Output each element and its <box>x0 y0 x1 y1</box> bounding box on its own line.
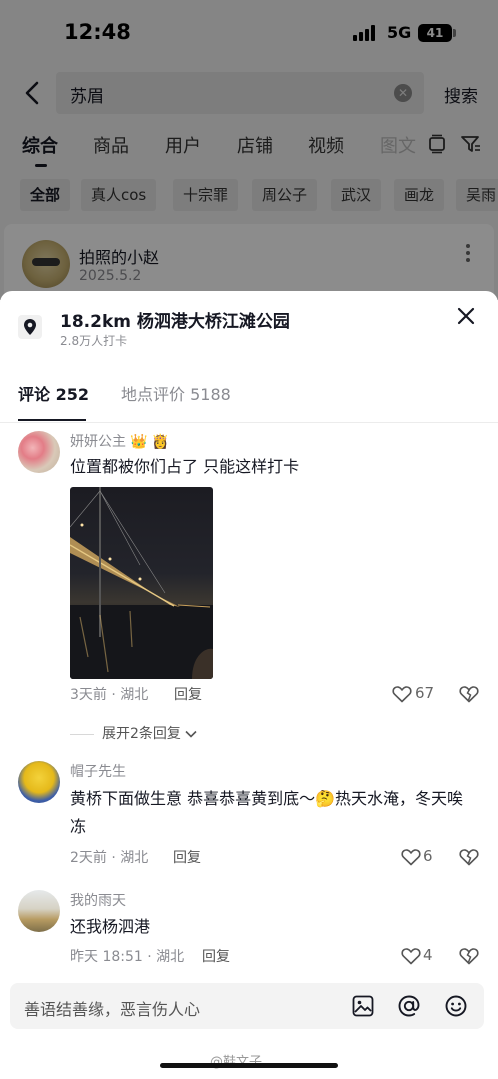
comment-input[interactable]: 善语结善缘，恶言伤人心 <box>10 983 484 1029</box>
like-icon[interactable] <box>401 848 421 866</box>
comment-text: 黄桥下面做生意 恭喜恭喜黄到底～🤔热天水淹，冬天唉冻 <box>70 789 464 836</box>
comment-meta: 3天前 · 湖北 <box>70 687 149 703</box>
tab-comments[interactable]: 评论 252 <box>18 381 89 405</box>
comment-author[interactable]: 我的雨天 <box>70 890 126 910</box>
comment-text: 位置都被你们占了 只能这样打卡 <box>70 457 300 476</box>
divider <box>70 733 94 735</box>
comment-input-placeholder: 善语结善缘，恶言伤人心 <box>24 1000 201 1019</box>
comment-text: 还我杨泗港 <box>70 917 151 936</box>
close-icon[interactable] <box>455 305 477 327</box>
overlay-dim <box>0 0 498 300</box>
expand-replies-button[interactable]: 展开2条回复 <box>70 723 197 743</box>
comment-author-line: 妍妍公主 👑 👸 <box>70 431 169 451</box>
location-comments-sheet: 18.2km 杨泗港大桥江滩公园 2.8万人打卡 评论 252 地点评价 518… <box>0 291 498 1079</box>
like-count: 4 <box>423 946 433 964</box>
avatar[interactable] <box>18 761 60 803</box>
location-pin-icon <box>18 315 42 339</box>
tab-location-reviews[interactable]: 地点评价 5188 <box>121 381 231 405</box>
chevron-down-icon <box>185 730 197 738</box>
checkin-count: 2.8万人打卡 <box>60 334 128 348</box>
home-indicator <box>160 1063 338 1068</box>
comment-author[interactable]: 帽子先生 <box>70 761 126 781</box>
location-title[interactable]: 18.2km 杨泗港大桥江滩公园 <box>60 307 290 332</box>
dislike-icon[interactable] <box>459 847 479 867</box>
reply-button[interactable]: 回复 <box>202 946 230 966</box>
reply-button[interactable]: 回复 <box>174 684 202 704</box>
emoji-icon[interactable] <box>444 994 468 1018</box>
comment-author[interactable]: 妍妍公主 <box>70 434 126 450</box>
reply-button[interactable]: 回复 <box>173 847 201 867</box>
tab-underline <box>18 419 86 421</box>
mention-icon[interactable] <box>397 994 421 1018</box>
dislike-icon[interactable] <box>459 946 479 966</box>
like-icon[interactable] <box>401 947 421 965</box>
like-icon[interactable] <box>392 685 412 703</box>
image-icon[interactable] <box>351 994 375 1018</box>
sheet-tabs: 评论 252 地点评价 5188 <box>0 381 498 423</box>
comment-meta: 2天前 · 湖北 <box>70 850 149 866</box>
dislike-icon[interactable] <box>459 684 479 704</box>
like-count: 6 <box>423 847 433 865</box>
avatar[interactable] <box>18 890 60 932</box>
expand-replies-label: 展开2条回复 <box>102 726 181 742</box>
comment-meta: 昨天 18:51 · 湖北 <box>70 949 185 965</box>
crown-badge: 👑 👸 <box>130 434 170 450</box>
like-count: 67 <box>415 684 435 702</box>
comment-photo[interactable] <box>70 487 213 679</box>
avatar[interactable] <box>18 431 60 473</box>
